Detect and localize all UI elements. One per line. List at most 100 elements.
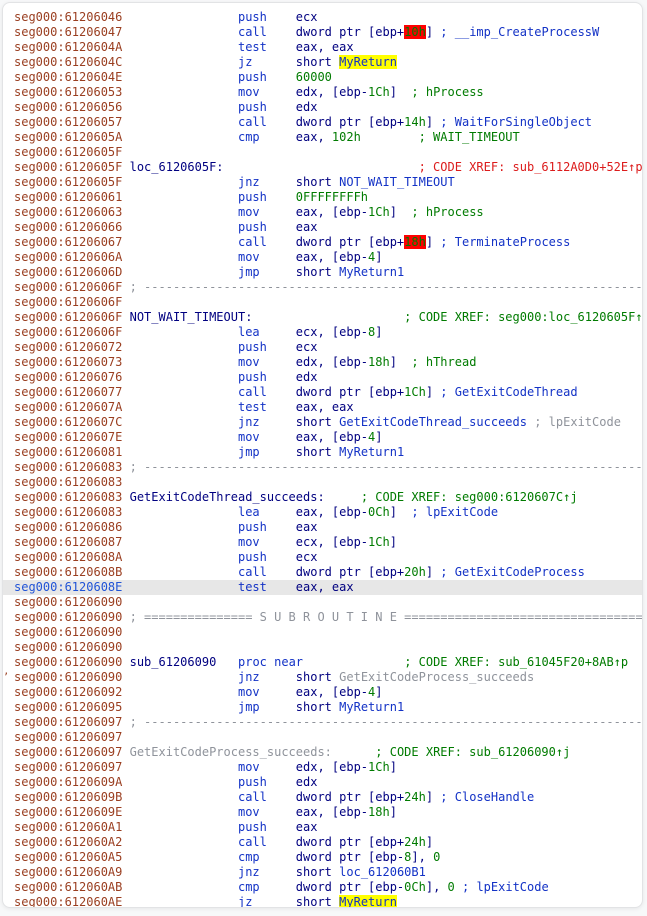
code-line[interactable]: seg000:612060A9 jnz short loc_612060B1 bbox=[3, 865, 642, 880]
code-line[interactable]: seg000:6120609E mov eax, [ebp-18h] bbox=[3, 805, 642, 820]
code-token: ] bbox=[390, 535, 397, 549]
line-address: seg000:61206090 bbox=[14, 640, 122, 654]
code-line[interactable]: seg000:612060AB cmp dword ptr [ebp-0Ch],… bbox=[3, 880, 642, 895]
code-token: push bbox=[238, 775, 267, 789]
code-token: cmp bbox=[238, 130, 260, 144]
code-line[interactable]: seg000:61206090 bbox=[3, 595, 642, 610]
code-line[interactable]: seg000:6120609B call dword ptr [ebp+24h]… bbox=[3, 790, 642, 805]
line-address: seg000:6120606F bbox=[14, 310, 122, 324]
code-line[interactable]: seg000:61206057 call dword ptr [ebp+14h]… bbox=[3, 115, 642, 130]
line-address: seg000:6120606F bbox=[14, 280, 122, 294]
code-line[interactable]: seg000:6120606F bbox=[3, 295, 642, 310]
code-line[interactable]: seg000:6120606F lea ecx, [ebp-8] bbox=[3, 325, 642, 340]
code-line[interactable]: seg000:61206046 push ecx bbox=[3, 10, 642, 25]
code-line[interactable]: ’seg000:61206090 jnz short GetExitCodePr… bbox=[3, 670, 642, 685]
code-token bbox=[122, 355, 238, 369]
code-token bbox=[455, 880, 462, 894]
code-line[interactable]: seg000:61206090 bbox=[3, 625, 642, 640]
code-line[interactable]: seg000:6120605F loc_6120605F: ; CODE XRE… bbox=[3, 160, 642, 175]
code-token bbox=[260, 805, 296, 819]
code-line[interactable]: seg000:61206083 bbox=[3, 475, 642, 490]
code-line[interactable]: seg000:6120607A test eax, eax bbox=[3, 400, 642, 415]
code-line[interactable]: seg000:6120609A push edx bbox=[3, 775, 642, 790]
code-line[interactable]: seg000:61206083 GetExitCodeThread_succee… bbox=[3, 490, 642, 505]
code-line[interactable]: seg000:6120608B call dword ptr [ebp+20h]… bbox=[3, 565, 642, 580]
code-line[interactable]: seg000:61206097 GetExitCodeProcess_succe… bbox=[3, 745, 642, 760]
code-token bbox=[122, 265, 238, 279]
code-line[interactable]: seg000:61206097 ; ----------------------… bbox=[3, 715, 642, 730]
code-line[interactable]: seg000:6120604C jz short MyReturn bbox=[3, 55, 642, 70]
code-token: loc_612060B1 bbox=[339, 865, 426, 879]
code-token: call bbox=[238, 835, 267, 849]
code-line[interactable]: seg000:61206095 jmp short MyReturn1 bbox=[3, 700, 642, 715]
code-line[interactable]: seg000:6120604A test eax, eax bbox=[3, 40, 642, 55]
code-token: push bbox=[238, 70, 267, 84]
code-token bbox=[260, 205, 296, 219]
code-line[interactable]: seg000:61206066 push eax bbox=[3, 220, 642, 235]
code-token bbox=[361, 130, 419, 144]
line-address: seg000:61206056 bbox=[14, 100, 122, 114]
code-line[interactable]: seg000:6120606F ; ----------------------… bbox=[3, 280, 642, 295]
code-line[interactable]: seg000:612060A2 call dword ptr [ebp+24h] bbox=[3, 835, 642, 850]
code-line[interactable]: seg000:61206067 call dword ptr [ebp+18h]… bbox=[3, 235, 642, 250]
code-token: eax, [ebp- bbox=[296, 505, 368, 519]
code-token: short bbox=[296, 175, 339, 189]
code-line[interactable]: seg000:6120605F bbox=[3, 145, 642, 160]
code-line[interactable]: seg000:61206072 push ecx bbox=[3, 340, 642, 355]
code-token bbox=[267, 385, 296, 399]
code-token: ] bbox=[426, 790, 440, 804]
code-line[interactable]: seg000:61206056 push edx bbox=[3, 100, 642, 115]
code-line-selected[interactable]: seg000:6120608E test eax, eax bbox=[3, 580, 642, 595]
code-line[interactable]: seg000:61206047 call dword ptr [ebp+10h]… bbox=[3, 25, 642, 40]
code-line[interactable]: seg000:6120605A cmp eax, 102h ; WAIT_TIM… bbox=[3, 130, 642, 145]
code-line[interactable]: seg000:61206077 call dword ptr [ebp+1Ch]… bbox=[3, 385, 642, 400]
code-token: ; GetExitCodeProcess bbox=[440, 565, 585, 579]
code-token: mov bbox=[238, 805, 260, 819]
code-line[interactable]: seg000:612060AE jz short MyReturn bbox=[3, 895, 642, 908]
code-token bbox=[122, 520, 238, 534]
code-line[interactable]: seg000:61206076 push edx bbox=[3, 370, 642, 385]
code-line[interactable]: seg000:61206073 mov edx, [ebp-18h] ; hTh… bbox=[3, 355, 642, 370]
code-token: test bbox=[238, 400, 267, 414]
code-line[interactable]: seg000:61206090 bbox=[3, 640, 642, 655]
code-token bbox=[122, 505, 238, 519]
line-address: seg000:6120605F bbox=[14, 175, 122, 189]
code-line[interactable]: seg000:61206053 mov edx, [ebp-1Ch] ; hPr… bbox=[3, 85, 642, 100]
code-line[interactable]: seg000:6120604E push 60000 bbox=[3, 70, 642, 85]
code-line[interactable]: seg000:6120605F jnz short NOT_WAIT_TIMEO… bbox=[3, 175, 642, 190]
code-token bbox=[122, 250, 238, 264]
code-token: 0FFFFFFFFh bbox=[296, 190, 368, 204]
code-token: jmp bbox=[238, 265, 260, 279]
code-line[interactable]: seg000:612060A1 push eax bbox=[3, 820, 642, 835]
line-address: seg000:61206057 bbox=[14, 115, 122, 129]
code-line[interactable]: seg000:61206063 mov eax, [ebp-1Ch] ; hPr… bbox=[3, 205, 642, 220]
code-line[interactable]: seg000:61206087 mov ecx, [ebp-1Ch] bbox=[3, 535, 642, 550]
line-address: seg000:61206081 bbox=[14, 445, 122, 459]
code-token bbox=[122, 895, 238, 908]
code-line[interactable]: seg000:6120608A push ecx bbox=[3, 550, 642, 565]
code-token: test bbox=[238, 580, 267, 594]
code-line[interactable]: seg000:612060A5 cmp dword ptr [ebp-8], 0 bbox=[3, 850, 642, 865]
code-line[interactable]: seg000:61206083 lea eax, [ebp-0Ch] ; lpE… bbox=[3, 505, 642, 520]
code-token bbox=[325, 490, 361, 504]
code-line[interactable]: seg000:61206090 ; =============== S U B … bbox=[3, 610, 642, 625]
code-token: edx, [ebp- bbox=[296, 355, 368, 369]
code-line[interactable]: seg000:6120606A mov eax, [ebp-4] bbox=[3, 250, 642, 265]
code-line[interactable]: seg000:6120607C jnz short GetExitCodeThr… bbox=[3, 415, 642, 430]
code-line[interactable]: seg000:61206061 push 0FFFFFFFFh bbox=[3, 190, 642, 205]
code-token: ] bbox=[390, 505, 397, 519]
code-token: eax, bbox=[296, 130, 332, 144]
code-line[interactable]: seg000:61206097 bbox=[3, 730, 642, 745]
code-line[interactable]: seg000:61206090 sub_61206090 proc near ;… bbox=[3, 655, 642, 670]
line-address: seg000:61206090 bbox=[14, 625, 122, 639]
code-line[interactable]: seg000:61206083 ; ----------------------… bbox=[3, 460, 642, 475]
code-line[interactable]: seg000:61206097 mov edx, [ebp-1Ch] bbox=[3, 760, 642, 775]
code-line[interactable]: seg000:61206081 jmp short MyReturn1 bbox=[3, 445, 642, 460]
code-line[interactable]: seg000:6120606D jmp short MyReturn1 bbox=[3, 265, 642, 280]
code-line[interactable]: seg000:6120607E mov eax, [ebp-4] bbox=[3, 430, 642, 445]
code-line[interactable]: seg000:61206086 push eax bbox=[3, 520, 642, 535]
code-token: ; --------------------------------------… bbox=[130, 280, 643, 294]
code-token: GetExitCodeThread_succeeds bbox=[339, 415, 527, 429]
code-line[interactable]: seg000:61206092 mov eax, [ebp-4] bbox=[3, 685, 642, 700]
code-line[interactable]: seg000:6120606F NOT_WAIT_TIMEOUT: ; CODE… bbox=[3, 310, 642, 325]
